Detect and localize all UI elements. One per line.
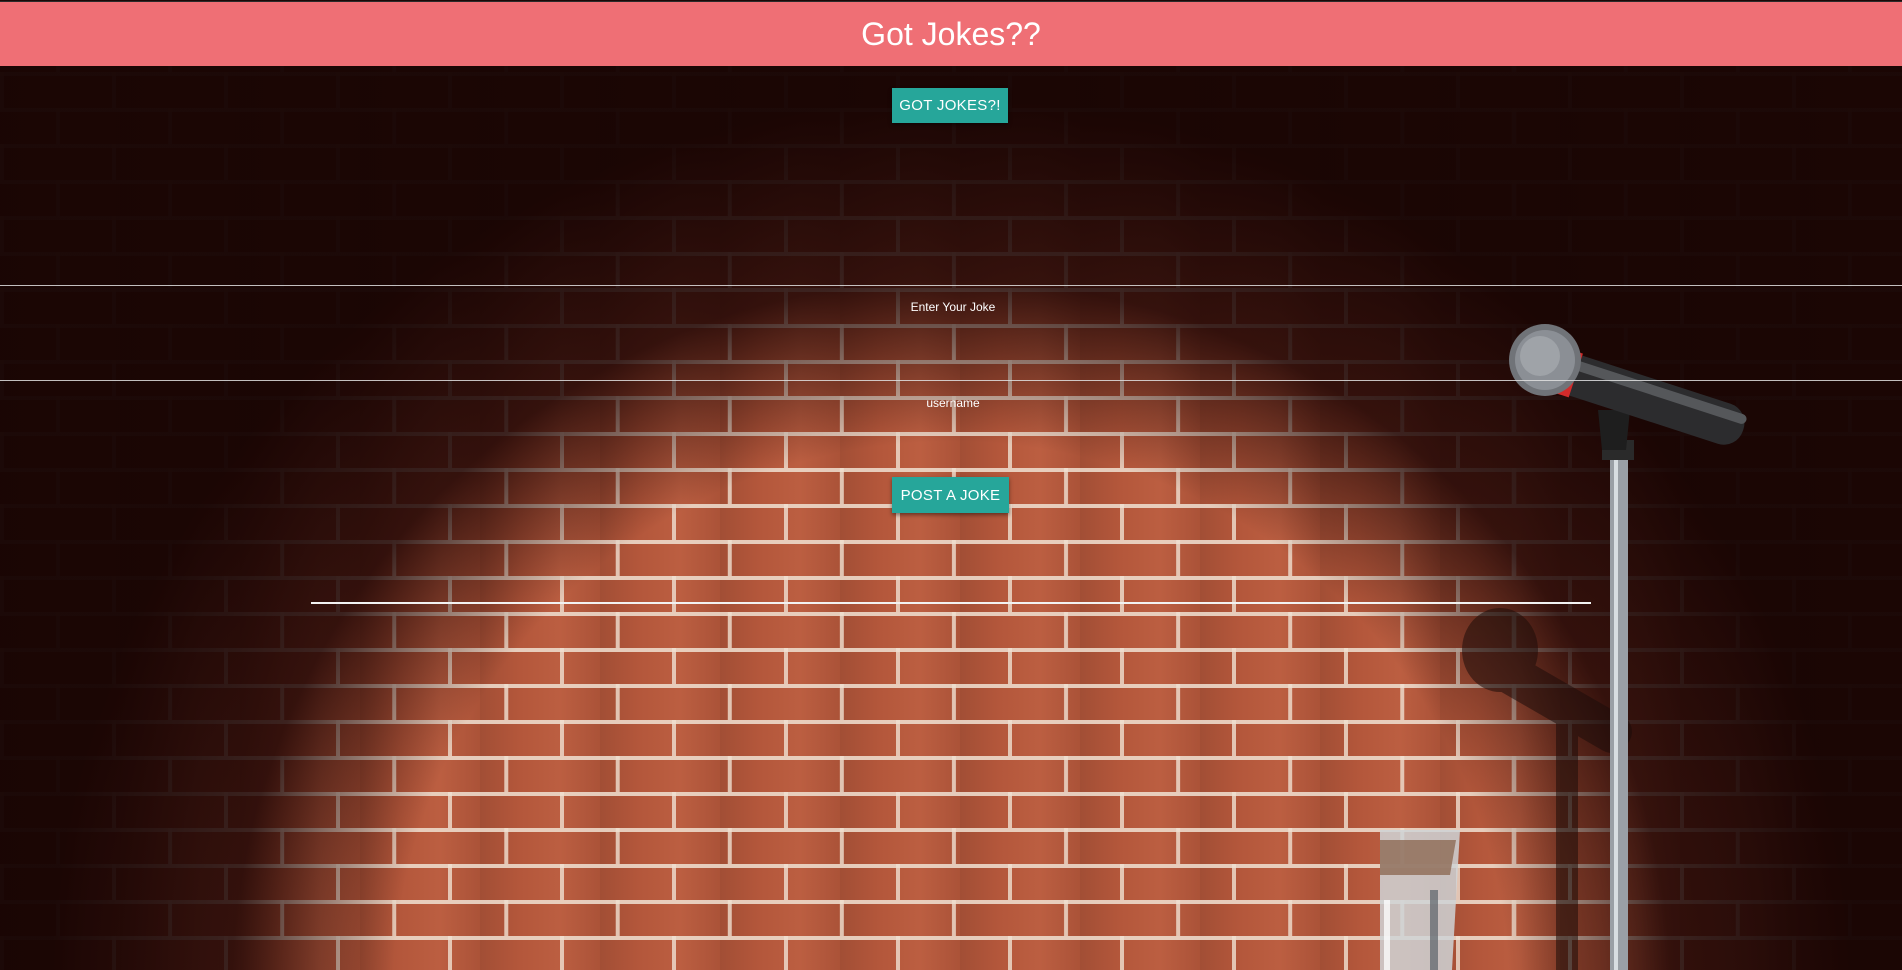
mic-stand-pole: [1610, 450, 1628, 970]
username-input-top-border: [0, 380, 1902, 381]
joke-input-top-border: [0, 285, 1902, 286]
post-joke-button[interactable]: POST A JOKE: [892, 477, 1009, 513]
water-glass-icon: [1380, 830, 1460, 970]
username-input[interactable]: [0, 391, 1902, 415]
app-header: Got Jokes??: [0, 1, 1902, 66]
jokes-divider: [311, 602, 1591, 604]
page-title: Got Jokes??: [861, 15, 1041, 52]
got-jokes-button[interactable]: GOT JOKES?!: [892, 88, 1008, 123]
joke-input[interactable]: [0, 295, 1902, 319]
